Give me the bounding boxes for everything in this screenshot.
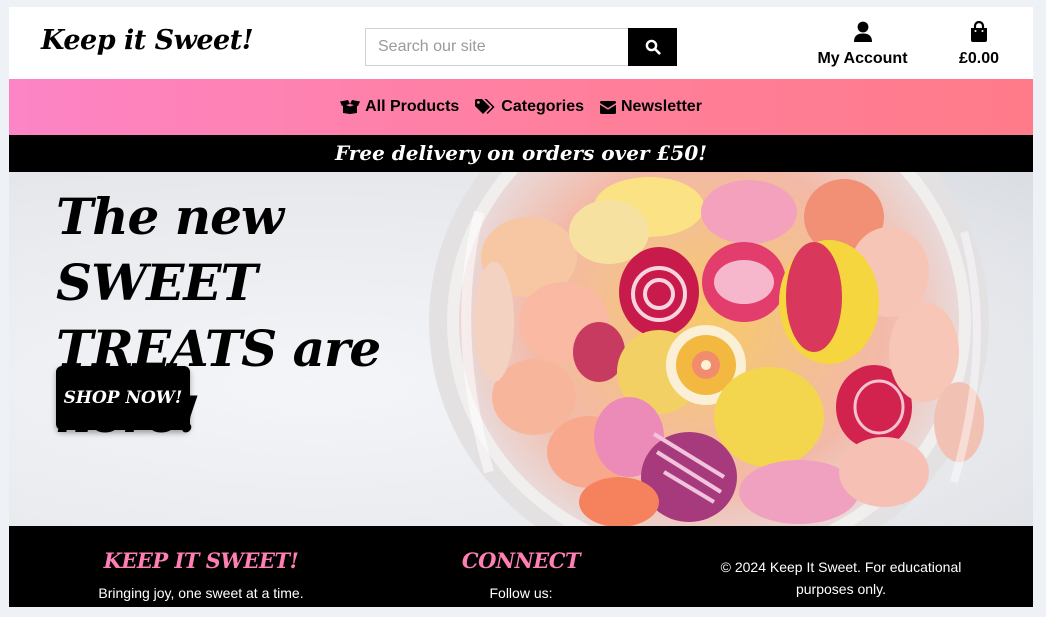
site-footer: Keep it Sweet! Bringing joy, one sweet a…: [9, 526, 1033, 607]
footer-connect-heading: Connect: [461, 548, 581, 573]
tags-icon: [475, 99, 495, 114]
my-account-link[interactable]: My Account: [809, 21, 916, 68]
nav-all-products-label: All Products: [365, 98, 460, 115]
search-button[interactable]: [628, 28, 677, 66]
nav-categories-label: Categories: [501, 98, 584, 115]
box-open-icon: [340, 100, 361, 114]
nav-all-products[interactable]: All Products: [340, 98, 459, 116]
hero-section: The new SWEET TREATS are here! SHOP NOW!: [9, 172, 1033, 526]
nav-categories[interactable]: Categories: [475, 98, 584, 116]
user-icon: [853, 21, 872, 42]
shop-now-button[interactable]: SHOP NOW!: [56, 366, 190, 430]
footer-follow-text: Follow us:: [489, 585, 553, 601]
nav-newsletter-label: Newsletter: [621, 98, 702, 115]
site-logo[interactable]: Keep it Sweet!: [41, 25, 254, 56]
search-input[interactable]: [365, 28, 628, 66]
shopping-bag-link[interactable]: £0.00: [949, 20, 1009, 68]
footer-connect-column: Connect Follow us:: [421, 548, 621, 604]
search-form: [365, 28, 677, 66]
envelope-icon: [600, 100, 616, 114]
my-account-label: My Account: [817, 50, 908, 67]
main-nav: All Products Categories Newsletter: [9, 79, 1033, 135]
delivery-banner: Free delivery on orders over £50!: [9, 135, 1033, 172]
search-icon: [645, 39, 661, 55]
page-frame: Keep it Sweet! My Account: [9, 7, 1033, 607]
footer-tagline: Bringing joy, one sweet at a time.: [98, 585, 304, 601]
footer-copyright: © 2024 Keep It Sweet. For educational pu…: [720, 559, 962, 597]
footer-brand-column: Keep it Sweet! Bringing joy, one sweet a…: [71, 548, 331, 604]
bag-total: £0.00: [958, 50, 1000, 67]
footer-copyright-column: © 2024 Keep It Sweet. For educational pu…: [701, 556, 981, 600]
footer-brand-heading: Keep it Sweet!: [103, 548, 299, 573]
shopping-bag-icon: [971, 20, 987, 42]
nav-newsletter[interactable]: Newsletter: [600, 98, 702, 116]
site-header: Keep it Sweet! My Account: [9, 7, 1033, 79]
